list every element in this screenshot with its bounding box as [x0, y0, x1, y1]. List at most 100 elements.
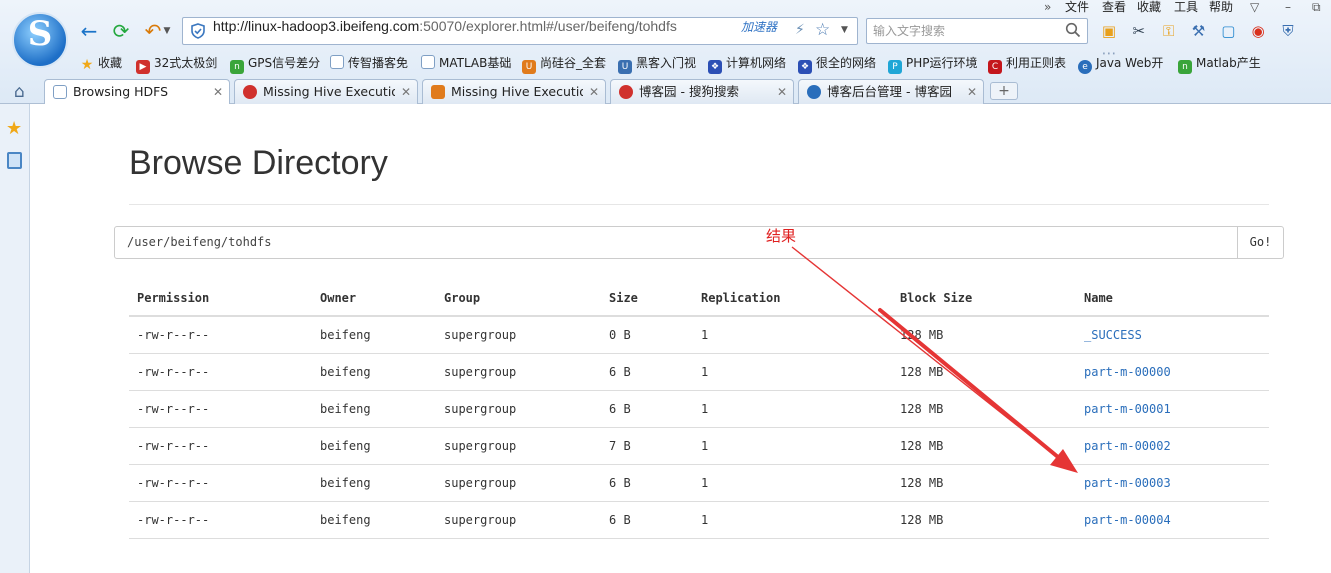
bookmark-label: PHP运行环境 — [906, 56, 978, 70]
menu-tools[interactable]: 工具 — [1174, 0, 1198, 15]
bookmark-item[interactable]: ❖ 很全的网络 — [798, 53, 876, 74]
file-name-link[interactable]: part-m-00004 — [1076, 501, 1269, 539]
bookmark-item[interactable]: 传智播客免 — [330, 53, 408, 73]
search-icon[interactable] — [1065, 22, 1081, 38]
bookmark-label: Matlab产生 — [1196, 56, 1261, 70]
bookmark-item[interactable]: ❖ 计算机网络 — [708, 53, 787, 74]
cell-block-size: 128 MB — [892, 353, 1076, 391]
bookmark-item[interactable]: C 利用正则表 — [988, 53, 1066, 74]
bookmark-label: 黑客入门视 — [636, 56, 697, 70]
lightning-icon[interactable]: ⚡︎ — [795, 22, 805, 38]
file-name-link[interactable]: part-m-00001 — [1076, 390, 1269, 428]
paw-icon: ❖ — [798, 60, 812, 74]
stackoverflow-icon — [431, 85, 445, 99]
menu-file[interactable]: 文件 — [1065, 0, 1089, 15]
c-icon: C — [988, 60, 1002, 74]
bookmark-label: 传智播客免 — [348, 56, 409, 70]
tab-browsing-hdfs[interactable]: Browsing HDFS ✕ — [44, 79, 230, 105]
favorites-star-icon[interactable]: ★ — [6, 118, 22, 139]
refresh-button[interactable]: ⟳ — [110, 20, 132, 42]
bookmark-label: 收藏 — [98, 56, 123, 70]
cell-permission: -rw-r--r-- — [129, 464, 312, 502]
file-name-link[interactable]: part-m-00003 — [1076, 464, 1269, 502]
cell-size: 6 B — [601, 353, 693, 391]
bookmark-item[interactable]: U 尚硅谷_全套 — [522, 53, 607, 74]
scissors-icon[interactable]: ✂︎ — [1128, 20, 1150, 42]
browser-logo[interactable]: S — [12, 12, 68, 68]
close-icon[interactable]: ✕ — [213, 80, 223, 104]
bookmark-label: GPS信号差分 — [248, 56, 321, 70]
home-icon[interactable]: ⌂ — [14, 82, 25, 102]
close-icon[interactable]: ✕ — [967, 80, 977, 104]
restore-icon[interactable]: ⧉ — [1312, 0, 1321, 15]
tab-cnblogs-admin[interactable]: 博客后台管理 - 博客园 ✕ — [798, 79, 984, 104]
bookmark-item[interactable]: P PHP运行环境 — [888, 53, 978, 74]
menu-bar: » 文件 查看 收藏 工具 帮助 ▽ – ⧉ — [1040, 0, 1331, 16]
close-icon[interactable]: ✕ — [401, 80, 411, 104]
cell-group: supergroup — [436, 427, 601, 465]
cell-owner: beifeng — [312, 353, 436, 391]
extension-icon[interactable]: ▣ — [1098, 20, 1120, 42]
reading-list-icon[interactable] — [7, 152, 22, 169]
bookmarks-bar: ★ 收藏 ▶ 32式太极剑 n GPS信号差分 传智播客免 MATLAB基础 U 尚硅谷… — [76, 53, 1326, 74]
cell-size: 6 B — [601, 464, 693, 502]
tab-missing-hive-2[interactable]: Missing Hive Execution ✕ — [422, 79, 606, 104]
bookmark-item[interactable]: U 黑客入门视 — [618, 53, 697, 74]
side-panel: ★ — [0, 104, 30, 573]
cell-size: 0 B — [601, 316, 693, 354]
close-icon[interactable]: ✕ — [589, 80, 599, 104]
undo-close-tab-button[interactable]: ↶ — [142, 20, 164, 42]
bookmark-item[interactable]: e Java Web开 — [1078, 53, 1164, 74]
bookmark-item[interactable]: n Matlab产生 — [1178, 53, 1261, 74]
new-tab-button[interactable]: + — [990, 82, 1018, 100]
chevron-down-icon[interactable]: ▼ — [841, 25, 848, 35]
shirt-icon[interactable]: ▽ — [1250, 0, 1259, 15]
bookmark-item[interactable]: MATLAB基础 — [421, 53, 511, 73]
file-name-link[interactable]: part-m-00002 — [1076, 427, 1269, 465]
star-outline-icon[interactable]: ☆ — [815, 20, 830, 40]
arrow-left-icon: ← — [80, 19, 98, 43]
cell-permission: -rw-r--r-- — [129, 390, 312, 428]
page-icon — [421, 55, 435, 69]
bookmark-item[interactable]: ▶ 32式太极剑 — [136, 53, 217, 74]
minimize-icon[interactable]: – — [1285, 0, 1291, 15]
menu-help[interactable]: 帮助 — [1209, 0, 1233, 15]
bookmark-item[interactable]: ★ 收藏 — [80, 53, 122, 73]
address-url[interactable]: http://linux-hadoop3.ibeifeng.com:50070/… — [213, 18, 677, 34]
table-row: -rw-r--r-- beifeng supergroup 6 B 1 128 … — [129, 353, 1269, 391]
cell-permission: -rw-r--r-- — [129, 316, 312, 354]
directory-form: /user/beifeng/tohdfs Go! — [114, 226, 1284, 259]
address-bar[interactable]: http://linux-hadoop3.ibeifeng.com:50070/… — [182, 17, 858, 45]
back-button[interactable]: ← — [78, 20, 100, 42]
cell-owner: beifeng — [312, 427, 436, 465]
search-box[interactable]: 输入文字搜索 — [866, 18, 1088, 44]
bookmark-label: Java Web开 — [1096, 56, 1164, 70]
file-name-link[interactable]: part-m-00000 — [1076, 353, 1269, 391]
page-icon — [53, 85, 67, 99]
shield-check-icon[interactable]: ⛨︎ — [1277, 20, 1299, 42]
tab-missing-hive-1[interactable]: Missing Hive Execution ✕ — [234, 79, 418, 104]
logo-letter: S — [27, 14, 53, 54]
bookmark-item[interactable]: n GPS信号差分 — [230, 53, 321, 74]
weibo-icon[interactable]: ◉ — [1247, 20, 1269, 42]
undo-dropdown-button[interactable]: ▼ — [162, 20, 172, 42]
menu-view[interactable]: 查看 — [1102, 0, 1126, 15]
cell-replication: 1 — [693, 501, 892, 539]
close-icon[interactable]: ✕ — [777, 80, 787, 104]
wrench-icon[interactable]: ⚒︎ — [1187, 20, 1209, 42]
menu-more-icon[interactable]: » — [1044, 0, 1051, 15]
cell-group: supergroup — [436, 501, 601, 539]
screenshot-icon[interactable]: ▢ — [1217, 20, 1239, 42]
accelerator-button[interactable]: 加速器 — [741, 18, 777, 35]
tab-cnblogs-search[interactable]: 博客园 - 搜狗搜索 ✕ — [610, 79, 794, 104]
key-icon[interactable]: ⚿ — [1158, 20, 1180, 42]
directory-path-input[interactable]: /user/beifeng/tohdfs — [114, 226, 1238, 259]
bookmark-label: 尚硅谷_全套 — [540, 56, 607, 70]
tab-strip: ⌂ Browsing HDFS ✕ Missing Hive Execution… — [0, 78, 1331, 105]
u-icon: U — [618, 60, 632, 74]
go-button[interactable]: Go! — [1237, 226, 1284, 259]
file-name-link[interactable]: _SUCCESS — [1076, 316, 1269, 354]
menu-favorites[interactable]: 收藏 — [1137, 0, 1161, 15]
column-owner: Owner — [312, 280, 436, 317]
bookmark-label: 计算机网络 — [726, 56, 787, 70]
